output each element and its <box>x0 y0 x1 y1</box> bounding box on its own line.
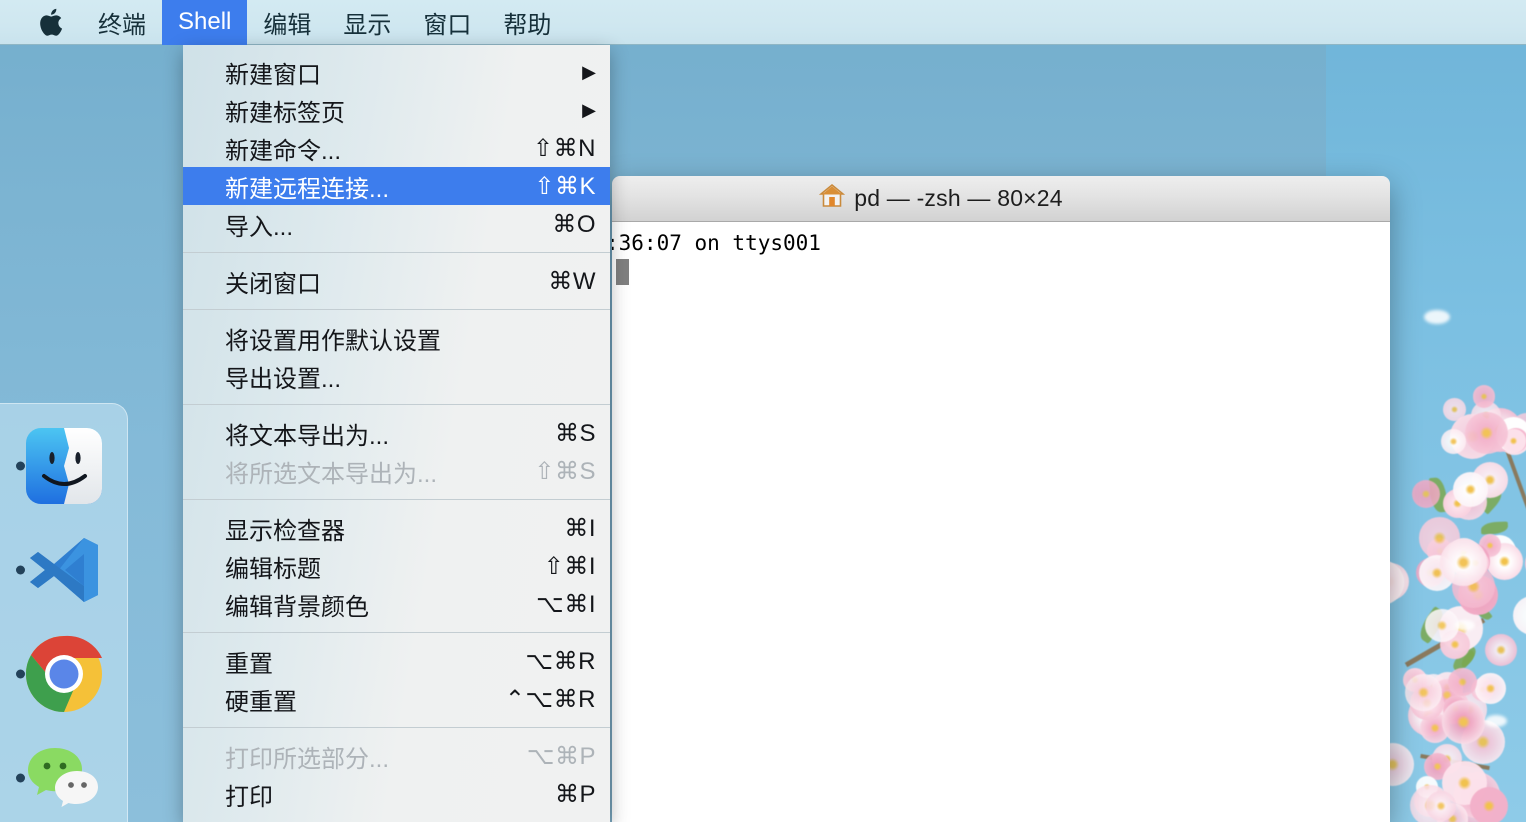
menu-item[interactable]: 编辑背景颜色 ⌥⌘I <box>183 585 610 623</box>
terminal-title-text: pd — -zsh — 80×24 <box>854 185 1063 211</box>
desktop-screen: 终端 Shell 编辑 显示 窗口 帮助 pd — -zsh — 80×24 :36:07… <box>0 0 1526 822</box>
dock-item-finder[interactable] <box>0 414 127 518</box>
menu-separator <box>183 727 610 728</box>
menu-item-label: 编辑标题 <box>225 555 321 583</box>
menu-item-shortcut: ⇧⌘I <box>543 552 596 580</box>
menu-separator <box>183 499 610 500</box>
dock-item-wechat[interactable] <box>0 726 127 822</box>
terminal-line: :36:07 on ttys001 <box>612 231 821 255</box>
menu-item-label: 将所选文本导出为... <box>225 460 438 488</box>
menu-item[interactable]: 新建命令... ⇧⌘N <box>183 129 610 167</box>
menu-separator <box>183 309 610 310</box>
terminal-content[interactable]: :36:07 on ttys001 <box>612 222 1390 822</box>
menu-item[interactable]: 编辑标题 ⇧⌘I <box>183 547 610 585</box>
menu-item-label: 导出设置... <box>225 365 342 393</box>
menu-item-label: 编辑背景颜色 <box>225 593 369 621</box>
menu-item-label: 将设置用作默认设置 <box>225 327 441 355</box>
menu-item-shortcut: ⌘P <box>554 780 596 808</box>
menubar-item-3[interactable]: 显示 <box>327 0 407 45</box>
menu-item-shortcut: ⌘I <box>564 514 596 542</box>
menu-item[interactable]: 导入... ⌘O <box>183 205 610 243</box>
menubar-item-0[interactable]: 终端 <box>82 0 162 45</box>
menu-item-label: 硬重置 <box>225 688 297 716</box>
menu-item[interactable]: 硬重置 ⌃⌥⌘R <box>183 680 610 718</box>
chrome-icon <box>24 634 104 714</box>
submenu-arrow-icon: ▶ <box>582 100 596 120</box>
menu-item-shortcut: ⌥⌘R <box>525 647 596 675</box>
menu-item-label: 打印所选部分... <box>225 745 390 773</box>
menu-separator <box>183 252 610 253</box>
shell-dropdown-menu[interactable]: 新建窗口 ▶ 新建标签页 ▶ 新建命令... ⇧⌘N 新建远程连接... ⇧⌘K 导入... ⌘O… <box>183 45 610 822</box>
menu-item: 打印所选部分... ⌥⌘P <box>183 737 610 775</box>
menu-item-label: 导入... <box>225 213 294 241</box>
dock <box>0 403 128 822</box>
menu-item-label: 关闭窗口 <box>225 270 321 298</box>
menu-item[interactable]: 新建窗口 ▶ <box>183 53 610 91</box>
menu-item-label: 显示检查器 <box>225 517 345 545</box>
menu-item-label: 新建标签页 <box>225 99 345 127</box>
menu-separator <box>183 404 610 405</box>
menu-item-shortcut: ⌥⌘I <box>536 590 596 618</box>
wechat-icon <box>24 738 104 818</box>
menu-item[interactable]: 显示检查器 ⌘I <box>183 509 610 547</box>
menu-item-label: 重置 <box>225 650 273 678</box>
menu-item-shortcut: ⌃⌥⌘R <box>504 685 596 713</box>
menu-item-shortcut: ⇧⌘K <box>534 172 596 200</box>
menu-item-label: 新建命令... <box>225 137 342 165</box>
terminal-cursor-line <box>612 258 1390 288</box>
dock-item-google-chrome[interactable] <box>0 622 127 726</box>
terminal-window[interactable]: pd — -zsh — 80×24 :36:07 on ttys001 <box>612 176 1390 822</box>
menu-item[interactable]: 导出设置... <box>183 357 610 395</box>
menubar-item-5[interactable]: 帮助 <box>487 0 567 45</box>
menu-item: 将所选文本导出为... ⇧⌘S <box>183 452 610 490</box>
terminal-titlebar[interactable]: pd — -zsh — 80×24 <box>612 176 1390 222</box>
menu-item[interactable]: 将文本导出为... ⌘S <box>183 414 610 452</box>
menu-item[interactable]: 打印 ⌘P <box>183 775 610 813</box>
menu-item[interactable]: 重置 ⌥⌘R <box>183 642 610 680</box>
menubar-item-1[interactable]: Shell <box>162 0 248 45</box>
menu-item[interactable]: 新建远程连接... ⇧⌘K <box>183 167 610 205</box>
menu-item-shortcut: ⇧⌘N <box>533 134 596 162</box>
menu-item-label: 新建窗口 <box>225 61 321 89</box>
menu-item-shortcut: ⌘S <box>554 419 596 447</box>
submenu-arrow-icon: ▶ <box>582 62 596 82</box>
menu-item[interactable]: 关闭窗口 ⌘W <box>183 262 610 300</box>
menu-separator <box>183 632 610 633</box>
menu-item[interactable]: 新建标签页 ▶ <box>183 91 610 129</box>
menu-item-shortcut: ⌥⌘P <box>526 742 596 770</box>
menu-item-label: 将文本导出为... <box>225 422 390 450</box>
menu-item-shortcut: ⌘W <box>548 267 596 295</box>
apple-logo-icon[interactable] <box>0 0 82 45</box>
dock-item-visual-studio-code[interactable] <box>0 518 127 622</box>
menu-bar: 终端 Shell 编辑 显示 窗口 帮助 <box>0 0 1526 45</box>
menu-item-label: 新建远程连接... <box>225 175 390 203</box>
menubar-item-2[interactable]: 编辑 <box>247 0 327 45</box>
finder-icon <box>24 426 104 506</box>
menu-item-label: 打印 <box>225 783 273 811</box>
home-folder-icon <box>818 183 846 215</box>
vscode-icon <box>24 530 104 610</box>
menu-item-shortcut: ⌘O <box>552 210 596 238</box>
menu-item[interactable]: 将设置用作默认设置 <box>183 319 610 357</box>
terminal-cursor <box>616 259 629 285</box>
menubar-item-4[interactable]: 窗口 <box>407 0 487 45</box>
menu-item-shortcut: ⇧⌘S <box>534 457 596 485</box>
